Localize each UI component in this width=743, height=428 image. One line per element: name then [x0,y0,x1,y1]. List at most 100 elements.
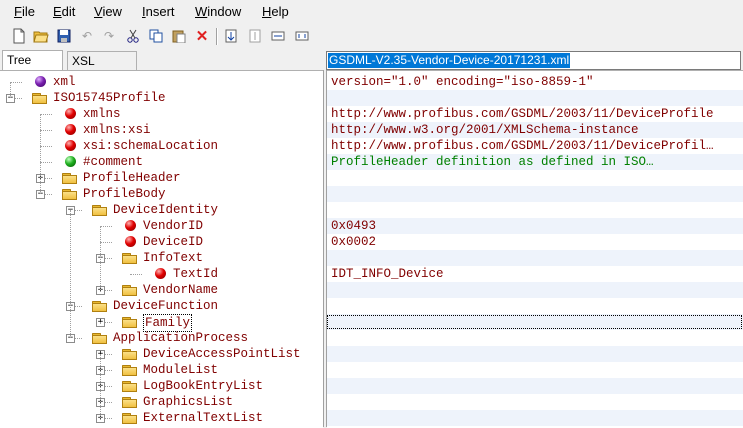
tree-row[interactable]: − DeviceFunction [0,298,323,314]
undo-icon[interactable]: ↶ [78,27,96,45]
collapse-icon[interactable] [246,27,264,45]
folder-icon [122,381,138,392]
document-path-text[interactable]: GSDML-V2.35-Vendor-Device-20171231.xml [328,53,571,68]
tab-xsl-output[interactable]: XSL Output [67,51,137,87]
tree-node-label[interactable]: ExternalTextList [143,410,263,426]
value-row[interactable] [327,90,743,106]
tree-row[interactable]: − DeviceIdentity [0,202,323,218]
attribute-icon [65,108,76,119]
value-row[interactable] [327,282,743,298]
value-row[interactable] [327,298,743,314]
node-value [327,347,331,361]
tree-pane[interactable]: xml − ISO15745Profile xmlns xmlns:xsi xsi:sch… [0,70,323,428]
tree-node-label[interactable]: GraphicsList [143,394,233,410]
tree-node-label[interactable]: VendorName [143,282,218,298]
expand-all-icon[interactable] [222,27,240,45]
tree-node-label[interactable]: DeviceIdentity [113,202,218,218]
open-folder-icon[interactable] [32,27,50,45]
node-value [327,411,331,425]
tree-node-label[interactable]: InfoText [143,250,203,266]
value-row[interactable] [327,170,743,186]
tree-row[interactable]: + DeviceAccessPointList [0,346,323,362]
tree-node-label[interactable]: DeviceID [143,234,203,250]
menu-edit[interactable]: Edit [53,4,75,19]
tab-tree-view[interactable]: Tree View [2,50,63,86]
cut-icon[interactable] [124,27,142,45]
tree-node-label[interactable]: xmlns:xsi [83,122,151,138]
tree-row[interactable]: DeviceID [0,234,323,250]
tree-connector [100,226,101,290]
tree-node-label[interactable]: xmlns [83,106,121,122]
tree-row[interactable]: − InfoText [0,250,323,266]
tree-row[interactable]: #comment [0,154,323,170]
value-row[interactable] [327,410,743,426]
value-pane[interactable]: version="1.0" encoding="iso-8859-1" http:… [327,70,743,428]
tree-row[interactable]: − ProfileBody [0,186,323,202]
value-row[interactable] [327,378,743,394]
menu-window[interactable]: Window [195,4,241,19]
tree-node-label[interactable]: xml [53,74,76,90]
value-row[interactable] [327,346,743,362]
node-value: http://www.profibus.com/GSDML/2003/11/De… [331,107,714,121]
tree-node-label[interactable]: ProfileHeader [83,170,181,186]
tree-row[interactable]: − ApplicationProcess [0,330,323,346]
tree-row[interactable]: TextId [0,266,323,282]
tree-node-label[interactable]: ISO15745Profile [53,90,166,106]
tree-row[interactable]: + ExternalTextList [0,410,323,426]
menu-view[interactable]: View [94,4,122,19]
value-selection-box[interactable] [327,315,742,329]
tree-node-label[interactable]: ApplicationProcess [113,330,248,346]
tree-row[interactable]: xmlns:xsi [0,122,323,138]
tree-row[interactable]: + Family [0,314,323,332]
tree-node-label[interactable]: TextId [173,266,218,282]
value-row[interactable]: 0x0493 [327,218,743,234]
tree-connector [10,82,11,98]
outdent-icon[interactable] [293,27,311,45]
indent-icon[interactable] [269,27,287,45]
value-row[interactable]: 0x0002 [327,234,743,250]
tree-row[interactable]: VendorID [0,218,323,234]
delete-icon[interactable]: ✕ [193,27,211,45]
value-row[interactable]: IDT_INFO_Device [327,266,743,282]
tree-row[interactable]: + ModuleList [0,362,323,378]
value-row[interactable]: ProfileHeader definition as defined in I… [327,154,743,170]
value-row[interactable]: http://www.profibus.com/GSDML/2003/11/De… [327,138,743,154]
document-path-field[interactable]: GSDML-V2.35-Vendor-Device-20171231.xml [326,51,741,70]
value-row[interactable] [327,186,743,202]
value-row[interactable]: http://www.w3.org/2001/XMLSchema-instanc… [327,122,743,138]
value-row[interactable] [327,362,743,378]
tree-node-label[interactable]: DeviceAccessPointList [143,346,301,362]
menu-insert[interactable]: Insert [142,4,175,19]
tree-node-label[interactable]: VendorID [143,218,203,234]
comment-icon [65,156,76,167]
paste-icon[interactable] [170,27,188,45]
value-row[interactable] [327,314,743,330]
new-file-icon[interactable] [10,27,28,45]
tree-node-label[interactable]: ModuleList [143,362,218,378]
value-row[interactable]: version="1.0" encoding="iso-8859-1" [327,74,743,90]
tree-node-label[interactable]: #comment [83,154,143,170]
tree-row[interactable]: + ProfileHeader [0,170,323,186]
tree-row[interactable]: + VendorName [0,282,323,298]
value-row[interactable] [327,394,743,410]
tree-row[interactable]: xsi:schemaLocation [0,138,323,154]
menu-file[interactable]: File [14,4,35,19]
tree-node-label[interactable]: ProfileBody [83,186,166,202]
tree-node-label[interactable]: xsi:schemaLocation [83,138,218,154]
tree-row[interactable]: − ISO15745Profile [0,90,323,106]
redo-icon[interactable]: ↷ [100,27,118,45]
tree-node-label[interactable]: LogBookEntryList [143,378,263,394]
save-icon[interactable] [55,27,73,45]
menu-help[interactable]: Help [262,4,289,19]
tree-node-label[interactable]: DeviceFunction [113,298,218,314]
folder-icon [92,205,108,216]
tree-row[interactable]: + LogBookEntryList [0,378,323,394]
value-row[interactable] [327,330,743,346]
copy-icon[interactable] [147,27,165,45]
value-row[interactable] [327,250,743,266]
tree-row[interactable]: xmlns [0,106,323,122]
tree-row[interactable]: xml [0,74,323,90]
tree-row[interactable]: + GraphicsList [0,394,323,410]
value-row[interactable]: http://www.profibus.com/GSDML/2003/11/De… [327,106,743,122]
value-row[interactable] [327,202,743,218]
